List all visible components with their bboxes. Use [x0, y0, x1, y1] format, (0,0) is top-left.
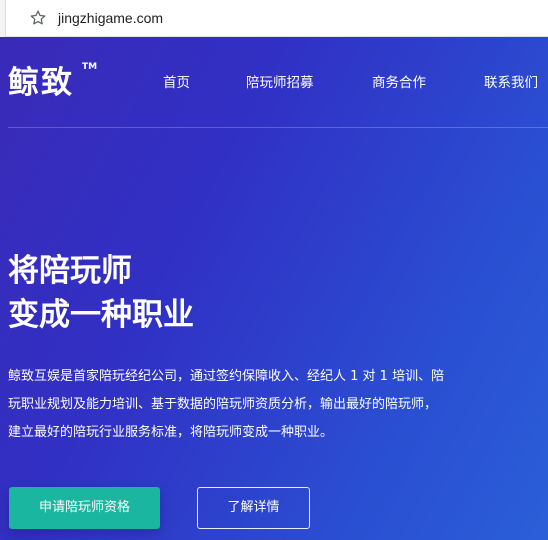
- learn-more-button[interactable]: 了解详情: [197, 487, 310, 529]
- logo-text: 鲸致: [8, 65, 74, 101]
- hero-section: 鲸致 TM 首页 陪玩师招募 商务合作 联系我们 将陪玩师 变成一种职业 鲸致互…: [0, 37, 548, 540]
- bookmark-star-icon[interactable]: [29, 9, 47, 27]
- nav-home[interactable]: 首页: [163, 73, 190, 93]
- tab-edge: [0, 0, 6, 37]
- hero-headline: 将陪玩师 变成一种职业: [8, 249, 194, 337]
- nav-recruitment[interactable]: 陪玩师招募: [246, 73, 314, 93]
- headline-line-2: 变成一种职业: [8, 297, 194, 333]
- brand-logo[interactable]: 鲸致 TM: [8, 62, 97, 103]
- description-line-1: 鲸致互娱是首家陪玩经纪公司，通过签约保障收入、经纪人 1 对 1 培训、陪: [8, 369, 445, 384]
- nav-contact[interactable]: 联系我们: [484, 73, 538, 93]
- description-line-3: 建立最好的陪玩行业服务标准，将陪玩师变成一种职业。: [8, 425, 334, 440]
- nav-business[interactable]: 商务合作: [372, 73, 426, 93]
- apply-button[interactable]: 申请陪玩师资格: [9, 487, 160, 529]
- description-line-2: 玩职业规划及能力培训、基于数据的陪玩师资质分析，输出最好的陪玩师，: [8, 397, 438, 412]
- header-divider: [8, 127, 548, 128]
- headline-line-1: 将陪玩师: [8, 253, 132, 289]
- url-text[interactable]: jingzhigame.com: [58, 9, 163, 27]
- logo-trademark: TM: [82, 62, 98, 72]
- browser-address-bar: jingzhigame.com: [0, 0, 548, 37]
- hero-description: 鲸致互娱是首家陪玩经纪公司，通过签约保障收入、经纪人 1 对 1 培训、陪 玩职…: [8, 363, 548, 447]
